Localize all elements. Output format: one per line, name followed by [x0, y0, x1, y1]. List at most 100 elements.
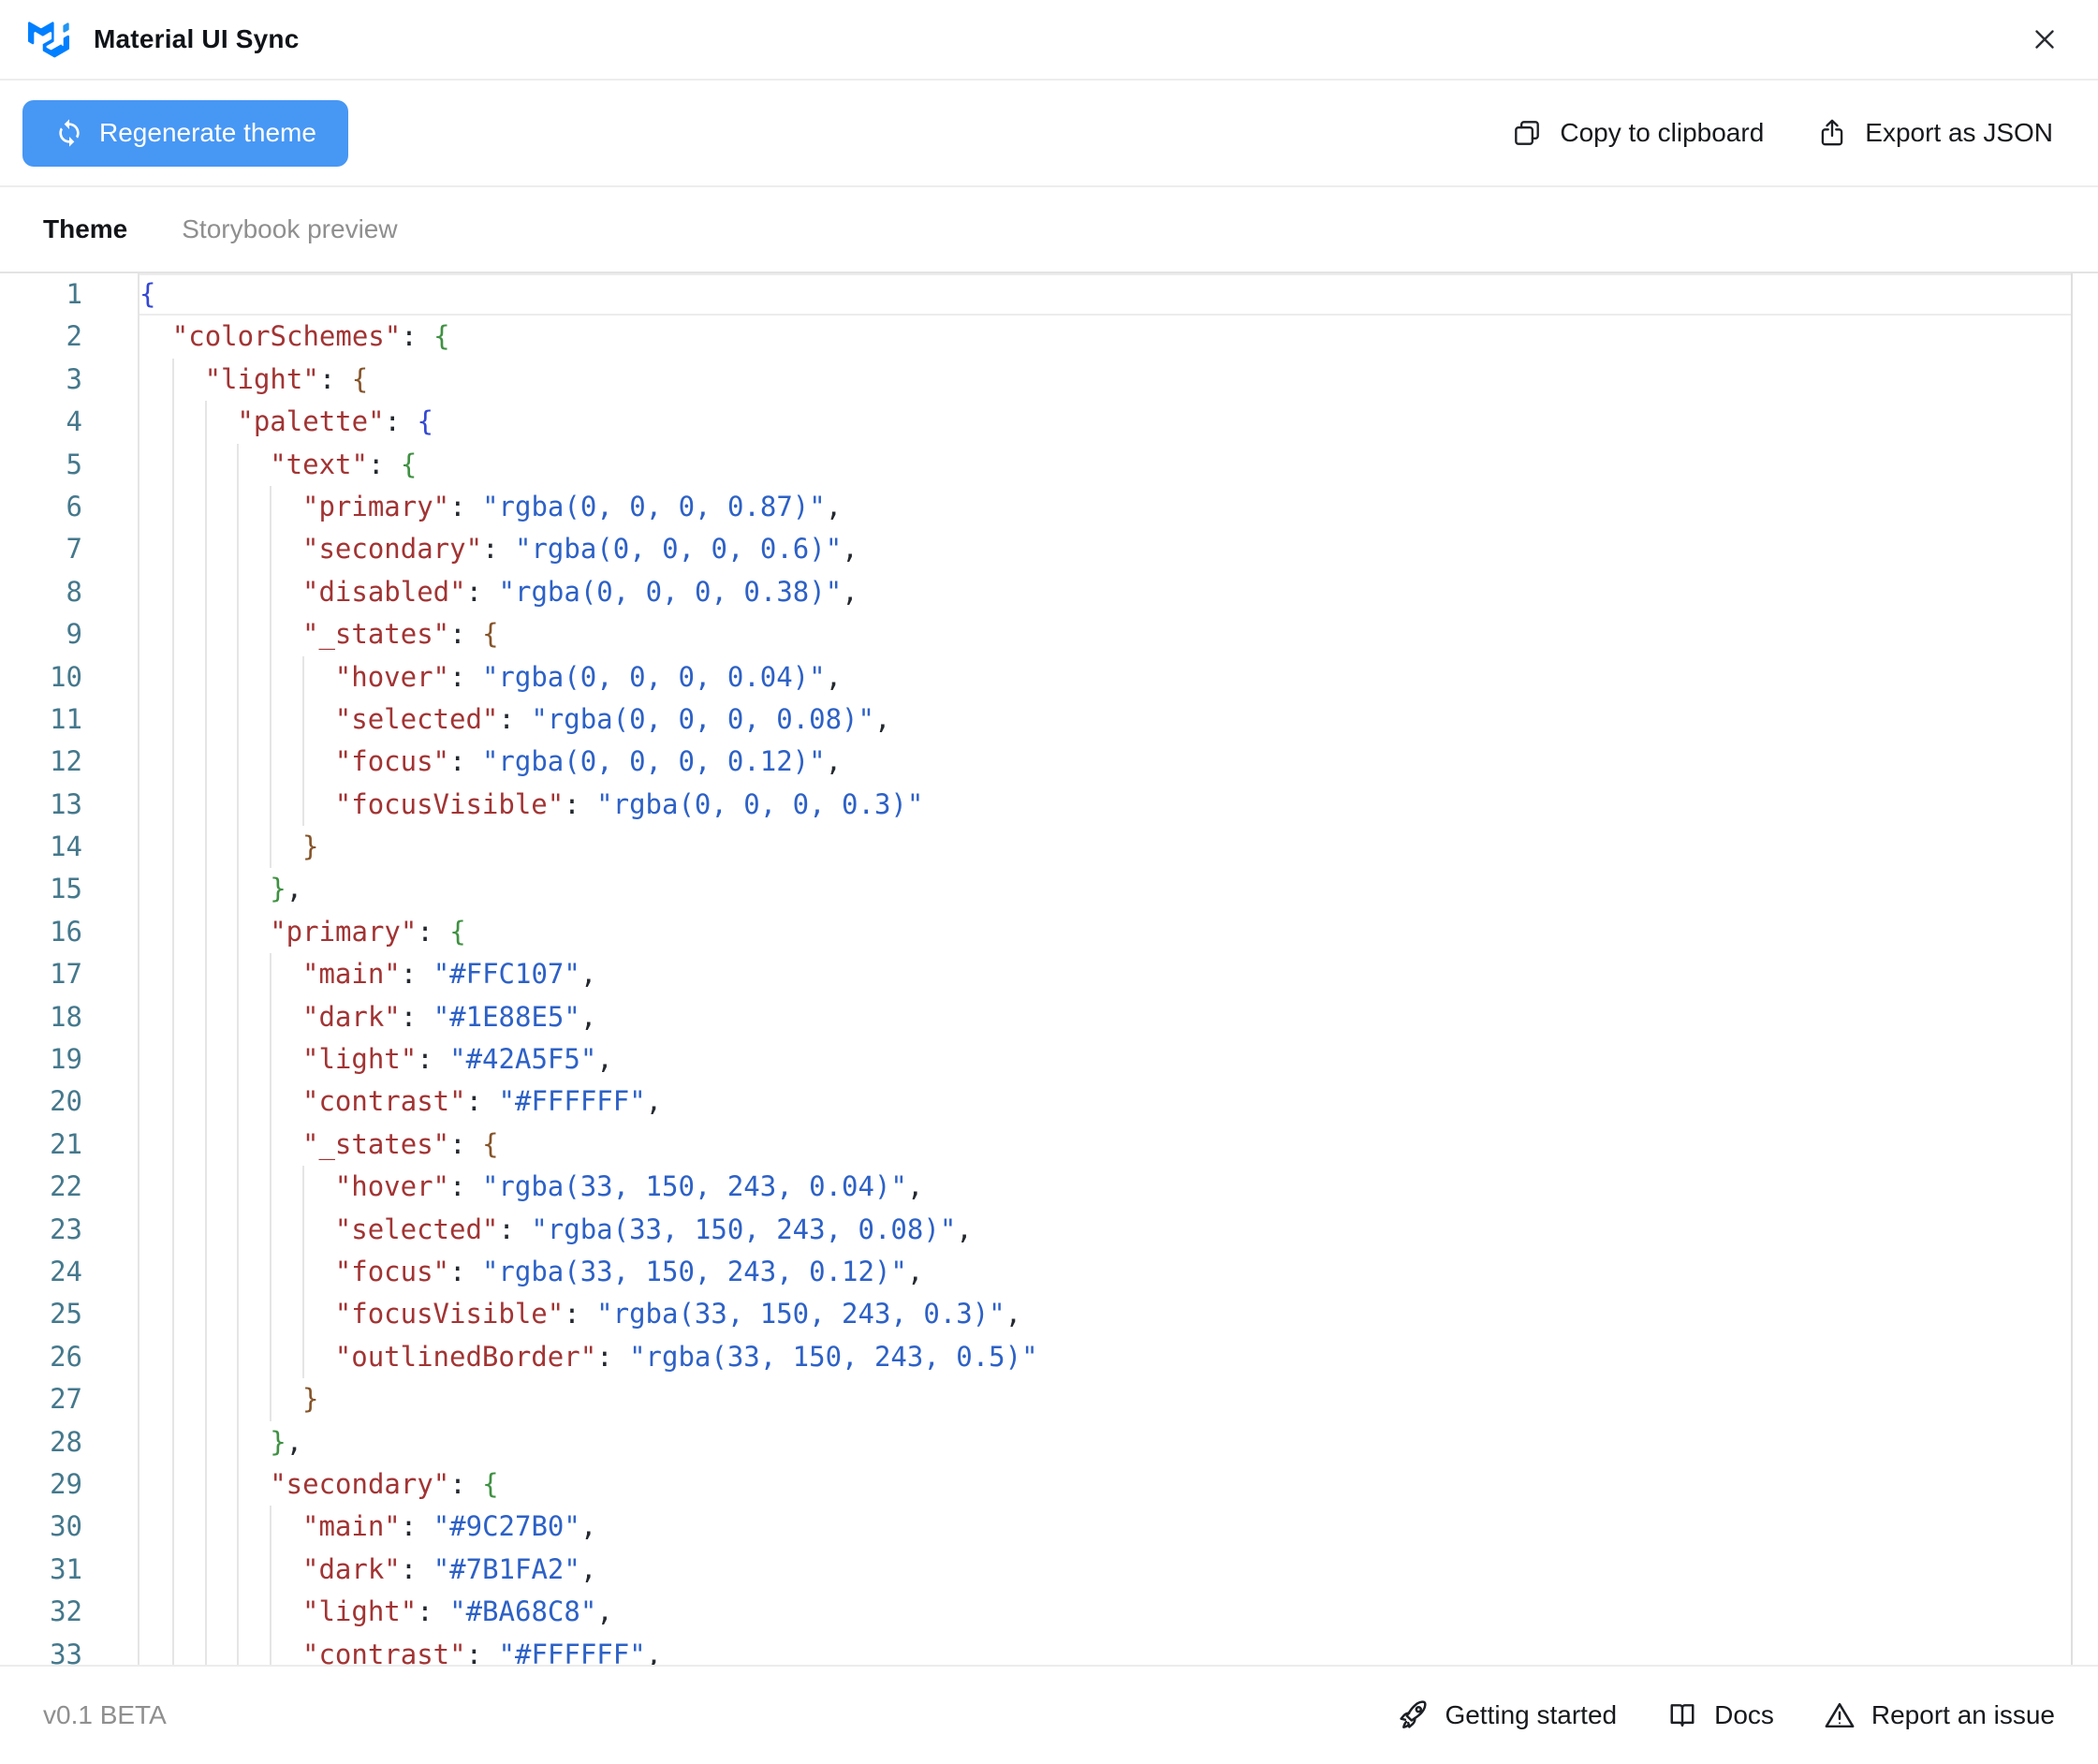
indent-guide — [237, 911, 239, 953]
indent-guide — [205, 1378, 207, 1420]
line-number: 17 — [0, 953, 82, 995]
indent-guide — [237, 1166, 239, 1208]
indent-guide — [205, 1463, 207, 1506]
code-line[interactable]: 8"disabled": "rgba(0, 0, 0, 0.38)", — [0, 571, 2098, 613]
indent-guide — [205, 1421, 207, 1463]
report-an-issue-label: Report an issue — [1871, 1700, 2055, 1730]
code-line[interactable]: 31"dark": "#7B1FA2", — [0, 1549, 2098, 1591]
indent-guide — [205, 1124, 207, 1166]
tab-theme[interactable]: Theme — [43, 214, 127, 244]
indent-guide — [302, 1166, 304, 1208]
indent-guide — [205, 1038, 207, 1080]
indent-guide — [302, 1209, 304, 1251]
code-line[interactable]: 2"colorSchemes": { — [0, 316, 2098, 358]
code-line[interactable]: 28}, — [0, 1421, 2098, 1463]
code-line-text: "text": { — [270, 444, 417, 486]
code-line[interactable]: 11"selected": "rgba(0, 0, 0, 0.08)", — [0, 698, 2098, 741]
code-line[interactable]: 27} — [0, 1378, 2098, 1420]
regenerate-theme-button[interactable]: Regenerate theme — [22, 100, 348, 167]
code-line[interactable]: 17"main": "#FFC107", — [0, 953, 2098, 995]
indent-guide — [205, 613, 207, 655]
code-line-text: { — [139, 273, 155, 316]
line-number: 11 — [0, 698, 82, 741]
getting-started-link[interactable]: Getting started — [1396, 1698, 1617, 1732]
indent-guide — [172, 911, 174, 953]
code-line[interactable]: 20"contrast": "#FFFFFF", — [0, 1080, 2098, 1123]
code-line-text: "focus": "rgba(33, 150, 243, 0.12)", — [335, 1251, 924, 1293]
indent-guide — [205, 741, 207, 783]
code-line[interactable]: 23"selected": "rgba(33, 150, 243, 0.08)"… — [0, 1209, 2098, 1251]
code-line[interactable]: 19"light": "#42A5F5", — [0, 1038, 2098, 1080]
indent-guide — [205, 1293, 207, 1335]
indent-guide — [270, 571, 271, 613]
export-as-json-label: Export as JSON — [1865, 118, 2053, 148]
indent-guide — [172, 359, 174, 401]
indent-guide — [237, 1549, 239, 1591]
indent-guide — [205, 1591, 207, 1633]
line-number: 7 — [0, 528, 82, 570]
close-button[interactable] — [2029, 23, 2061, 55]
indent-guide — [237, 868, 239, 910]
indent-guide — [237, 1209, 239, 1251]
indent-guide — [172, 1038, 174, 1080]
code-area[interactable]: 1{2"colorSchemes": {3"light": {4"palette… — [0, 273, 2098, 1665]
line-number: 15 — [0, 868, 82, 910]
indent-guide — [172, 741, 174, 783]
plugin-title: Material UI Sync — [94, 24, 300, 54]
code-line[interactable]: 22"hover": "rgba(33, 150, 243, 0.04)", — [0, 1166, 2098, 1208]
code-line[interactable]: 15}, — [0, 868, 2098, 910]
indent-guide — [270, 1549, 271, 1591]
code-line[interactable]: 32"light": "#BA68C8", — [0, 1591, 2098, 1633]
code-line[interactable]: 29"secondary": { — [0, 1463, 2098, 1506]
indent-guide — [270, 1038, 271, 1080]
code-line[interactable]: 25"focusVisible": "rgba(33, 150, 243, 0.… — [0, 1293, 2098, 1335]
indent-guide — [205, 911, 207, 953]
code-line-text: "focus": "rgba(0, 0, 0, 0.12)", — [335, 741, 842, 783]
code-line[interactable]: 9"_states": { — [0, 613, 2098, 655]
export-as-json-button[interactable]: Export as JSON — [1816, 117, 2053, 149]
indent-guide — [205, 953, 207, 995]
code-line[interactable]: 7"secondary": "rgba(0, 0, 0, 0.6)", — [0, 528, 2098, 570]
indent-guide — [237, 1124, 239, 1166]
indent-guide — [302, 784, 304, 826]
indent-guide — [205, 1080, 207, 1123]
line-number: 29 — [0, 1463, 82, 1506]
code-line-text: "_states": { — [302, 613, 499, 655]
code-line[interactable]: 24"focus": "rgba(33, 150, 243, 0.12)", — [0, 1251, 2098, 1293]
indent-guide — [302, 1251, 304, 1293]
code-line[interactable]: 13"focusVisible": "rgba(0, 0, 0, 0.3)" — [0, 784, 2098, 826]
code-line[interactable]: 6"primary": "rgba(0, 0, 0, 0.87)", — [0, 486, 2098, 528]
code-line[interactable]: 12"focus": "rgba(0, 0, 0, 0.12)", — [0, 741, 2098, 783]
code-line[interactable]: 18"dark": "#1E88E5", — [0, 996, 2098, 1038]
material-ui-sync-plugin: { "header": { "title": "Material UI Sync… — [0, 0, 2098, 1764]
code-line[interactable]: 3"light": { — [0, 359, 2098, 401]
line-number: 23 — [0, 1209, 82, 1251]
code-line[interactable]: 1{ — [0, 273, 2098, 316]
code-line[interactable]: 30"main": "#9C27B0", — [0, 1506, 2098, 1548]
indent-guide — [172, 1080, 174, 1123]
report-an-issue-link[interactable]: Report an issue — [1823, 1698, 2055, 1732]
theme-code-editor[interactable]: 1{2"colorSchemes": {3"light": {4"palette… — [0, 273, 2098, 1665]
code-line[interactable]: 21"_states": { — [0, 1124, 2098, 1166]
copy-to-clipboard-button[interactable]: Copy to clipboard — [1511, 117, 1764, 149]
code-line[interactable]: 26"outlinedBorder": "rgba(33, 150, 243, … — [0, 1336, 2098, 1378]
code-line[interactable]: 10"hover": "rgba(0, 0, 0, 0.04)", — [0, 656, 2098, 698]
code-line[interactable]: 33"contrast": "#FFFFFF", — [0, 1634, 2098, 1666]
indent-guide — [205, 656, 207, 698]
indent-guide — [172, 1506, 174, 1548]
view-tabs: Theme Storybook preview — [0, 187, 2098, 273]
code-line[interactable]: 4"palette": { — [0, 401, 2098, 443]
line-number: 30 — [0, 1506, 82, 1548]
line-number: 1 — [0, 273, 82, 316]
code-line[interactable]: 16"primary": { — [0, 911, 2098, 953]
indent-guide — [270, 613, 271, 655]
code-line[interactable]: 5"text": { — [0, 444, 2098, 486]
scrollbar-separator[interactable] — [2071, 273, 2073, 1665]
code-line-text: "contrast": "#FFFFFF", — [302, 1634, 662, 1666]
code-line[interactable]: 14} — [0, 826, 2098, 868]
version-badge: v0.1 BETA — [43, 1700, 167, 1730]
docs-link[interactable]: Docs — [1665, 1698, 1774, 1732]
indent-guide — [172, 528, 174, 570]
tab-storybook-preview[interactable]: Storybook preview — [182, 214, 397, 244]
indent-guide — [172, 1209, 174, 1251]
